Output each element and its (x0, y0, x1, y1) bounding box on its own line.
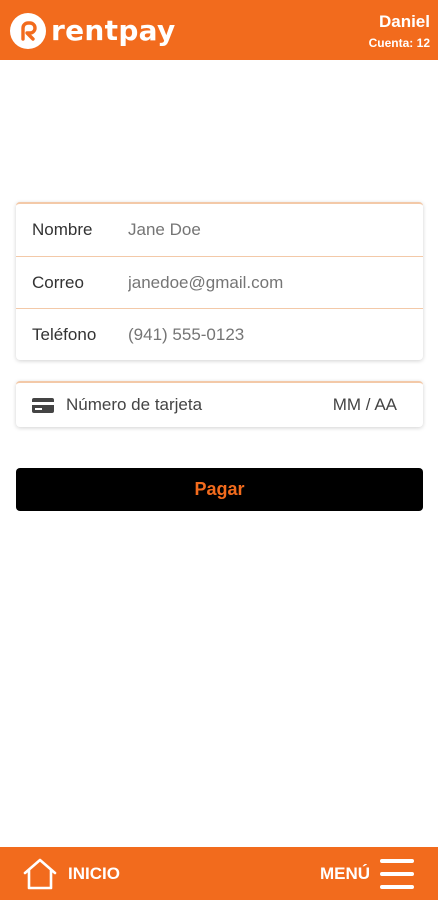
email-row: Correo (16, 256, 423, 308)
phone-row: Teléfono (16, 308, 423, 360)
name-label: Nombre (32, 220, 93, 239)
credit-card-icon (32, 397, 54, 413)
card-details-card: Número de tarjeta MM / AA (16, 381, 423, 427)
nav-home-label: INICIO (68, 863, 120, 883)
home-icon (23, 858, 57, 889)
email-label: Correo (32, 272, 84, 292)
card-input-row[interactable]: Número de tarjeta MM / AA (16, 383, 423, 427)
payment-screen: rentpay Daniel Cuenta: 12 Nombre Correo … (0, 0, 438, 900)
name-row: Nombre (16, 204, 423, 256)
card-expiry-input[interactable]: MM / AA (333, 395, 397, 415)
app-header: rentpay Daniel Cuenta: 12 (0, 0, 438, 60)
rentpay-logo-icon (10, 13, 46, 49)
account-number: Cuenta: 12 (368, 36, 430, 50)
rentpay-logo[interactable]: rentpay (10, 13, 176, 49)
nav-menu[interactable]: MENÚ (320, 847, 414, 900)
user-name: Daniel (378, 12, 430, 31)
bottom-nav: INICIO MENÚ (0, 847, 438, 900)
brand-name: rentpay (51, 14, 176, 47)
contact-info-card: Nombre Correo Teléfono (16, 202, 423, 360)
phone-label: Teléfono (32, 324, 97, 344)
card-number-input[interactable]: Número de tarjeta (66, 395, 333, 415)
user-info: Daniel Cuenta: 12 (369, 12, 430, 51)
hamburger-menu-icon (380, 858, 414, 889)
phone-input[interactable] (128, 324, 398, 345)
email-input[interactable] (128, 272, 398, 293)
nav-home[interactable]: INICIO (22, 847, 120, 900)
pay-button[interactable]: Pagar (16, 468, 423, 511)
nav-menu-label: MENÚ (319, 863, 370, 883)
name-input[interactable] (128, 220, 398, 240)
